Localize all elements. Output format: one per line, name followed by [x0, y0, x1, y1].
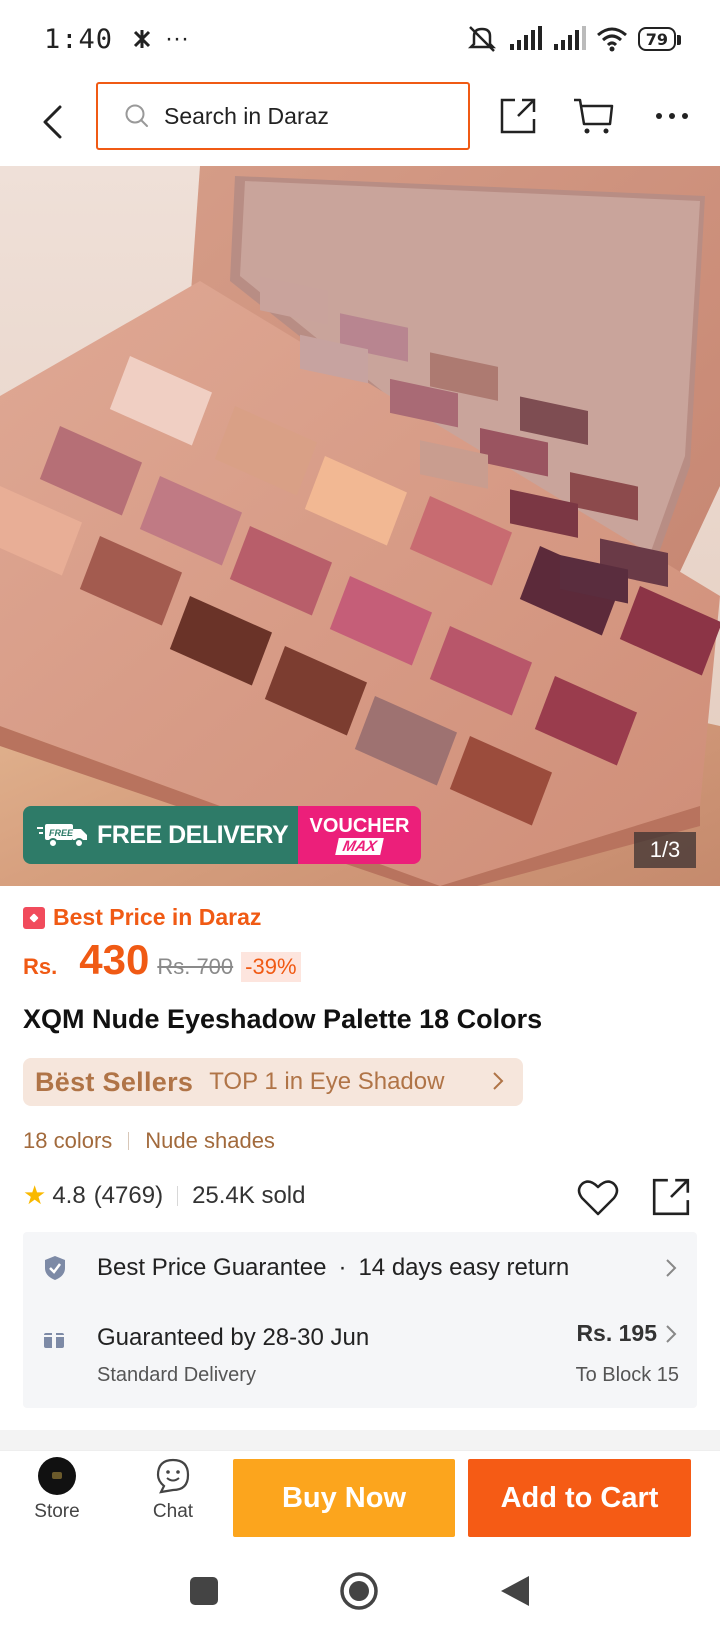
search-input[interactable]: Search in Daraz [96, 82, 470, 150]
review-count: (4769) [93, 1181, 164, 1209]
heart-icon [577, 1180, 619, 1216]
share-button[interactable] [490, 88, 546, 144]
delivery-location: To Block 15 [575, 1364, 679, 1386]
status-time: 1:40 [44, 23, 114, 55]
search-icon [125, 104, 148, 127]
free-badge-text: FREE [49, 828, 74, 838]
chevron-right-icon [666, 1324, 677, 1343]
divider [128, 1132, 130, 1150]
easy-return: 14 days easy return [358, 1254, 570, 1281]
best-price-tag: Best Price in Daraz [23, 904, 261, 931]
signal-icon [553, 26, 586, 50]
guarantee-row[interactable]: Best Price Guarantee · 14 days easy retu… [43, 1250, 677, 1286]
more-options-button[interactable] [644, 88, 700, 144]
voucher-max-text: MAX [335, 837, 384, 855]
status-bar: 1:40 ··· 79 [0, 0, 720, 78]
original-price: Rs. 700 [157, 954, 234, 979]
sold-count: 25.4K sold [192, 1181, 306, 1209]
rating-row[interactable]: ★ 4.8 (4769) 25.4K sold [23, 1180, 305, 1211]
variant-options[interactable]: 18 colors Nude shades [23, 1128, 275, 1154]
circle-icon [340, 1571, 378, 1610]
wifi-icon [596, 27, 627, 52]
voucher-text: VOUCHER [309, 814, 410, 837]
price-tag-icon [23, 906, 45, 929]
mute-icon [467, 26, 496, 52]
current-price: 430 [79, 936, 150, 983]
product-image[interactable] [0, 166, 720, 886]
gift-box-icon [44, 1329, 64, 1348]
price-guarantee: Best Price Guarantee [97, 1254, 327, 1281]
recents-button[interactable] [189, 1576, 219, 1611]
square-icon [190, 1576, 218, 1605]
wishlist-button[interactable] [576, 1176, 620, 1220]
bluetooth-icon [133, 30, 151, 48]
store-label: Store [34, 1501, 80, 1522]
image-counter: 1/3 [634, 832, 696, 868]
cart-icon [574, 98, 614, 134]
rating-value: 4.8 [52, 1181, 86, 1209]
back-button[interactable] [24, 94, 80, 150]
chat-icon [156, 1458, 190, 1494]
voucher-max-badge: VOUCHER MAX [298, 806, 421, 864]
free-delivery-text: FREE DELIVERY [97, 820, 289, 849]
bottom-action-bar: Store Chat Buy Now Add to Cart [0, 1450, 720, 1546]
best-sellers-rank-text: TOP 1 in Eye Shadow [209, 1068, 445, 1095]
delivery-fee[interactable]: Rs. 195 [576, 1320, 677, 1347]
promo-banner: FREE FREE DELIVERY VOUCHER MAX [23, 806, 421, 864]
best-sellers-rank[interactable]: Bëst Sellers TOP 1 in Eye Shadow [23, 1058, 523, 1106]
chat-label: Chat [152, 1501, 194, 1522]
delivery-type: Standard Delivery [97, 1364, 256, 1386]
currency: Rs. [23, 954, 58, 979]
store-button[interactable]: Store [12, 1457, 102, 1523]
best-price-label: Best Price in Daraz [53, 904, 262, 930]
product-share-button[interactable] [650, 1176, 694, 1220]
separator-dot: · [338, 1254, 347, 1281]
best-sellers-label: Bëst Sellers [35, 1066, 194, 1097]
signal-icon [509, 26, 542, 50]
service-info-box: Best Price Guarantee · 14 days easy retu… [23, 1232, 697, 1408]
back-arrow-icon [43, 105, 62, 139]
section-divider [0, 1430, 720, 1450]
price-row: Rs. 430 Rs. 700 -39% [23, 936, 301, 996]
divider [177, 1185, 179, 1206]
share-icon [652, 1178, 690, 1216]
buy-now-button[interactable]: Buy Now [233, 1459, 455, 1537]
more-icon [656, 113, 688, 119]
shield-check-icon [45, 1256, 65, 1280]
top-header: Search in Daraz [0, 78, 720, 166]
back-nav-button[interactable] [499, 1574, 531, 1613]
discount-badge: -39% [241, 952, 301, 982]
battery-icon: 79 [637, 27, 682, 51]
chevron-right-icon [493, 1072, 504, 1090]
delivery-fee-value: Rs. 195 [576, 1320, 657, 1346]
share-icon [500, 98, 536, 134]
add-to-cart-button[interactable]: Add to Cart [468, 1459, 691, 1537]
more-status-icon: ··· [165, 25, 190, 52]
delivery-date: Guaranteed by 28-30 Jun [97, 1324, 370, 1351]
triangle-back-icon [501, 1575, 529, 1606]
store-icon [38, 1457, 76, 1495]
product-title: XQM Nude Eyeshadow Palette 18 Colors [23, 1004, 543, 1034]
system-navigation-bar [0, 1546, 720, 1640]
chevron-right-icon [666, 1259, 677, 1277]
free-delivery-badge: FREE FREE DELIVERY [23, 806, 298, 864]
eyeshadow-palette-image [0, 166, 720, 886]
cart-button[interactable] [566, 88, 622, 144]
variant-shades[interactable]: Nude shades [145, 1128, 275, 1154]
variant-colors[interactable]: 18 colors [23, 1128, 112, 1154]
home-button[interactable] [339, 1571, 379, 1616]
star-icon: ★ [23, 1180, 47, 1210]
search-placeholder: Search in Daraz [164, 102, 329, 129]
delivery-truck-icon: FREE [37, 824, 87, 848]
chat-button[interactable]: Chat [128, 1457, 218, 1523]
